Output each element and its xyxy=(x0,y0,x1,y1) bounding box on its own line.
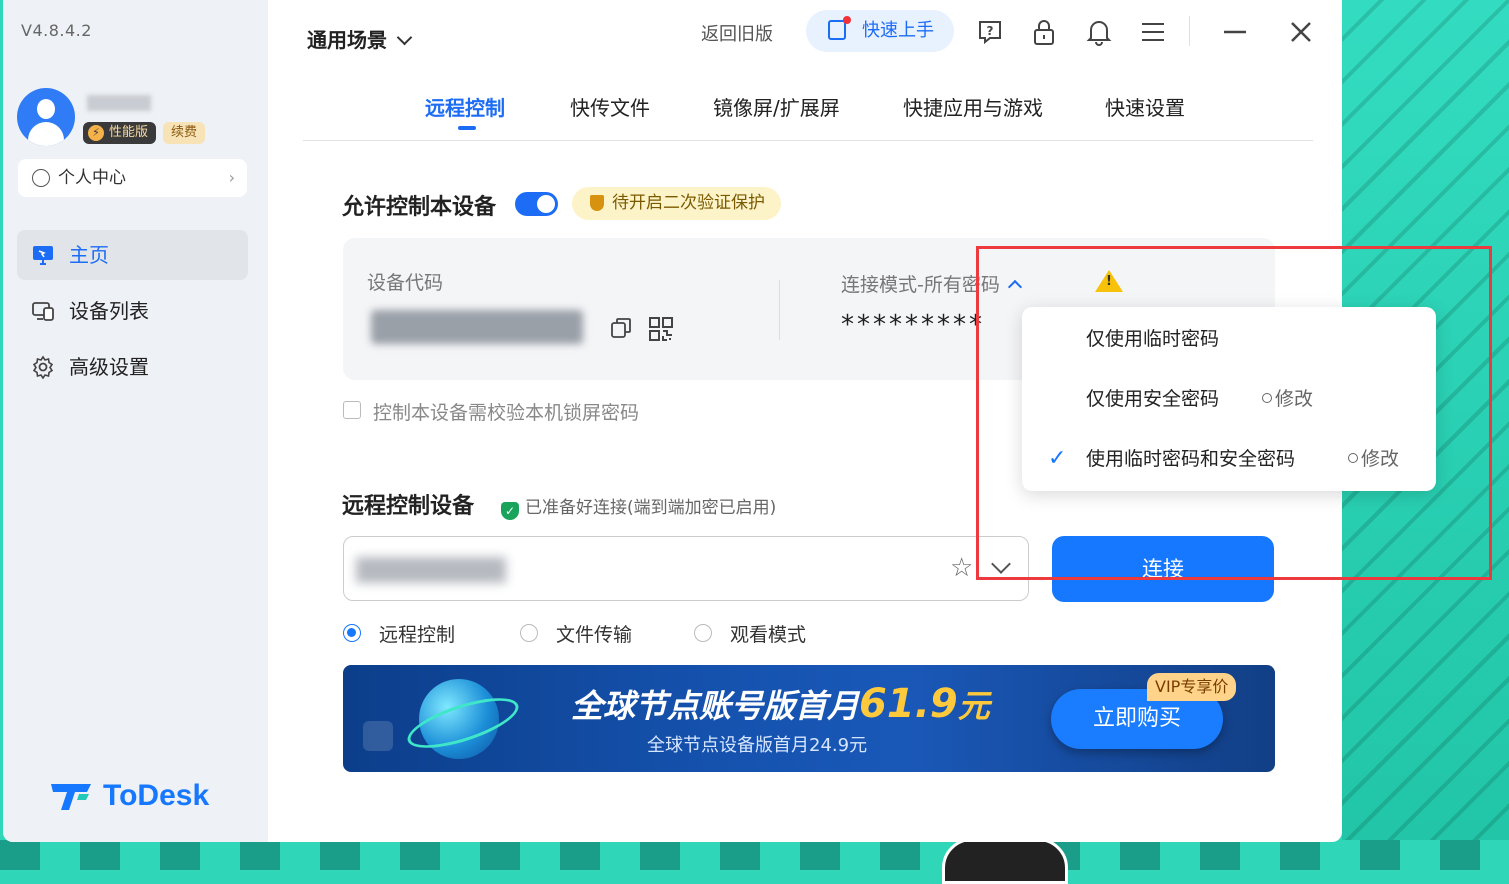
svg-text:?: ? xyxy=(987,24,994,38)
renew-badge[interactable]: 续费 xyxy=(163,122,206,144)
bell-icon[interactable] xyxy=(1085,18,1113,46)
lightning-icon: ⚡ xyxy=(88,125,104,141)
back-to-old-version-link[interactable]: 返回旧版 xyxy=(701,20,773,46)
quick-start-button[interactable]: 快速上手 xyxy=(806,10,954,52)
minimize-icon[interactable] xyxy=(1221,18,1249,46)
performance-badge-label: 性能版 xyxy=(109,125,149,140)
personal-center-label: 个人中心 xyxy=(58,168,126,188)
personal-center-button[interactable]: 个人中心 › xyxy=(18,159,247,197)
lock-icon[interactable] xyxy=(1030,18,1058,46)
sidebar-item-devices[interactable]: 设备列表 xyxy=(17,286,248,336)
two-factor-warning-label: 待开启二次验证保护 xyxy=(612,193,765,213)
radio-label: 远程控制 xyxy=(379,624,456,646)
active-tab-indicator xyxy=(458,126,476,130)
device-code-label: 设备代码 xyxy=(367,272,444,294)
copy-icon[interactable] xyxy=(609,316,633,340)
qr-code-icon[interactable] xyxy=(648,316,674,342)
shield-icon xyxy=(590,195,604,211)
desktop-background-strip xyxy=(0,840,1509,870)
lock-screen-password-label: 控制本设备需校验本机锁屏密码 xyxy=(373,402,640,424)
todesk-logo-mark xyxy=(51,784,91,810)
radio-label: 观看模式 xyxy=(730,624,807,646)
vip-price-tag: VIP专享价 xyxy=(1147,673,1237,701)
tab-quick-transfer[interactable]: 快传文件 xyxy=(570,92,650,121)
scene-label: 通用场景 xyxy=(307,28,387,52)
notification-dot xyxy=(843,16,851,24)
chevron-down-icon xyxy=(396,29,413,46)
card-divider xyxy=(779,280,780,340)
tab-quick-settings[interactable]: 快速设置 xyxy=(1105,92,1185,121)
main-tabs: 远程控制 快传文件 镜像屏/扩展屏 快捷应用与游戏 快速设置 xyxy=(303,80,1313,141)
sidebar-item-home[interactable]: 主页 xyxy=(17,230,248,280)
desktop-mascot xyxy=(942,838,1068,884)
guide-book-icon xyxy=(828,20,846,40)
menu-icon[interactable] xyxy=(1139,18,1167,46)
tab-mirror-extend-screen[interactable]: 镜像屏/扩展屏 xyxy=(713,92,840,121)
username-redacted xyxy=(87,95,151,111)
tab-remote-control[interactable]: 远程控制 xyxy=(425,92,505,121)
radio-label: 文件传输 xyxy=(556,624,633,646)
todesk-logo-text: ToDesk xyxy=(103,779,210,812)
version-label: V4.8.4.2 xyxy=(21,21,92,40)
star-icon[interactable]: ☆ xyxy=(950,553,973,583)
devices-icon xyxy=(32,302,54,321)
allow-control-toggle[interactable] xyxy=(515,192,558,216)
scene-selector[interactable]: 通用场景 xyxy=(307,24,413,53)
partner-id-input[interactable]: ☆ xyxy=(343,536,1029,601)
sidebar: V4.8.4.2 ⚡ 性能版 续费 个人中心 › 主页 设备列表 高级设置 To… xyxy=(3,0,268,842)
promo-subline: 全球节点设备版首月24.9元 xyxy=(647,735,868,756)
tab-apps-games[interactable]: 快捷应用与游戏 xyxy=(903,92,1043,121)
allow-control-title: 允许控制本设备 xyxy=(342,195,497,220)
device-code-redacted xyxy=(371,310,583,344)
performance-badge[interactable]: ⚡ 性能版 xyxy=(83,122,157,144)
ready-status: ✓ 已准备好连接(端到端加密已启用) xyxy=(501,493,776,520)
ready-status-label: 已准备好连接(端到端加密已启用) xyxy=(525,498,777,518)
sidebar-item-label: 设备列表 xyxy=(69,299,149,323)
partner-id-redacted xyxy=(356,557,506,583)
help-icon[interactable]: ? xyxy=(976,18,1004,46)
quick-start-label: 快速上手 xyxy=(862,20,934,41)
gear-icon xyxy=(32,355,54,379)
monitor-icon xyxy=(33,246,53,265)
promo-headline-text: 全球节点账号版首月 xyxy=(571,687,860,725)
close-icon[interactable] xyxy=(1287,18,1315,46)
promo-price-unit: 元 xyxy=(957,687,990,725)
password-mask: ********* xyxy=(841,310,985,340)
sidebar-item-advanced-settings[interactable]: 高级设置 xyxy=(17,342,248,392)
radio-button[interactable] xyxy=(343,624,361,642)
annotation-highlight-box xyxy=(976,246,1492,580)
two-factor-warning[interactable]: 待开启二次验证保护 xyxy=(572,187,781,220)
promo-price: 61.9 xyxy=(859,681,958,727)
promo-banner[interactable]: 全球节点账号版首月61.9元 全球节点设备版首月24.9元 立即购买 VIP专享… xyxy=(343,665,1275,772)
sidebar-item-label: 高级设置 xyxy=(69,355,149,379)
sidebar-item-label: 主页 xyxy=(69,243,109,267)
avatar[interactable] xyxy=(17,88,75,146)
puzzle-icon xyxy=(363,721,393,751)
toolbar-divider xyxy=(1189,16,1190,46)
radio-button[interactable] xyxy=(520,624,538,642)
promo-headline: 全球节点账号版首月61.9元 xyxy=(571,681,990,727)
remote-control-title: 远程控制设备 xyxy=(342,494,475,519)
chevron-right-icon: › xyxy=(228,168,235,187)
lock-screen-password-checkbox[interactable] xyxy=(343,401,361,419)
radio-button[interactable] xyxy=(694,624,712,642)
check-shield-icon: ✓ xyxy=(501,502,519,520)
user-circle-icon xyxy=(32,169,50,187)
